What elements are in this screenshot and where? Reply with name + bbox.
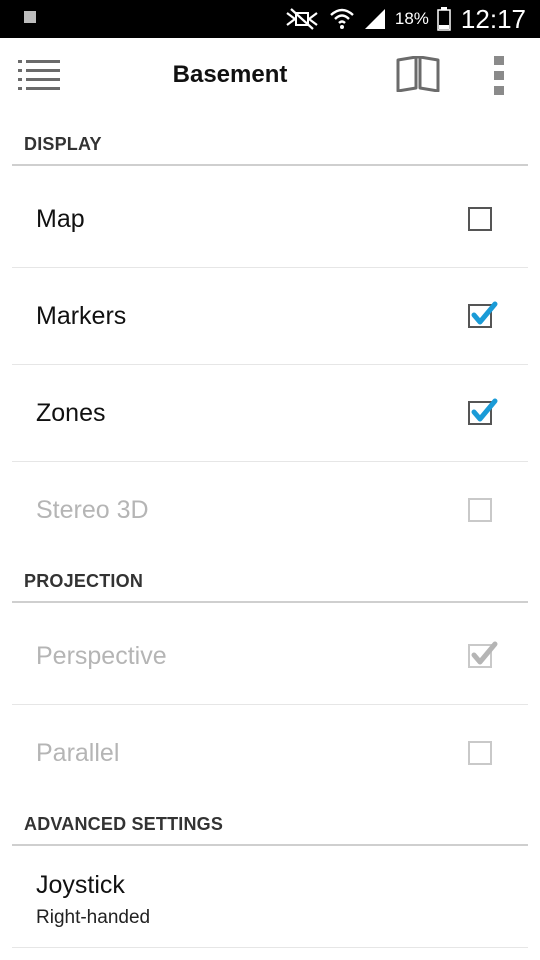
check-icon [471,301,498,325]
setting-row-parallel: Parallel [12,705,528,801]
stereo-3d-checkbox [468,498,492,522]
setting-row-stereo-3d: Stereo 3D [12,462,528,558]
toolbar: Basement [0,38,540,114]
page-title: Basement [172,61,288,88]
status-bar: 18% 12:17 [0,0,540,38]
setting-label: Zones [36,399,106,427]
markers-checkbox[interactable] [468,301,498,328]
setting-label: Joystick [36,871,125,899]
section-title: ADVANCED SETTINGS [24,814,224,834]
parallel-checkbox [468,741,492,765]
section-title: PROJECTION [24,571,144,591]
setting-row-markers[interactable]: Markers [12,268,528,365]
zones-checkbox[interactable] [468,398,498,425]
wifi-icon [329,6,355,32]
section-title: DISPLAY [24,134,102,154]
nfc-muted-icon [283,7,321,31]
book-icon[interactable] [396,55,440,93]
map-checkbox[interactable] [468,207,492,231]
check-icon [471,641,498,665]
section-header-advanced: ADVANCED SETTINGS [12,810,528,846]
setting-row-joystick[interactable]: Joystick Right-handed [12,851,528,948]
setting-label: Perspective [36,642,167,670]
overflow-menu-icon[interactable] [488,54,510,96]
setting-label: Map [36,205,85,233]
notification-icon [24,11,36,23]
perspective-checkbox [468,641,498,668]
section-header-projection: PROJECTION [12,567,528,603]
setting-label: Stereo 3D [36,496,149,524]
battery-percent: 18% [394,9,429,28]
setting-label: Parallel [36,739,120,767]
setting-row-map[interactable]: Map [12,171,528,268]
signal-icon [363,7,387,31]
setting-row-perspective: Perspective [12,608,528,705]
setting-row-zones[interactable]: Zones [12,365,528,462]
status-icons: 18% 12:17 [283,0,526,38]
battery-icon [437,7,451,31]
check-icon [471,398,498,422]
section-header-display: DISPLAY [12,130,528,166]
clock: 12:17 [460,3,526,34]
setting-label: Markers [36,302,127,330]
setting-summary: Right-handed [36,907,151,928]
